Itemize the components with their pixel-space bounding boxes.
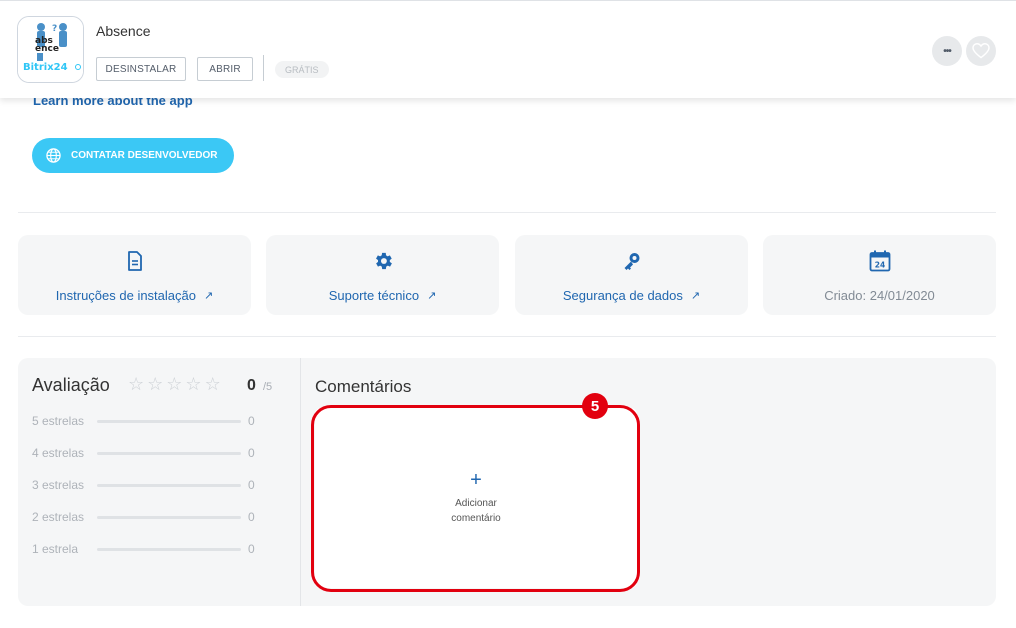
header-separator bbox=[263, 55, 264, 81]
rating-score: 0 bbox=[247, 377, 256, 394]
tech-support-label: Suporte técnico bbox=[328, 288, 420, 303]
app-title: Absence bbox=[96, 23, 151, 39]
svg-text:24: 24 bbox=[874, 261, 884, 270]
section-divider bbox=[18, 336, 996, 337]
more-icon: ••• bbox=[943, 45, 951, 57]
app-header: ? abs ence Bitrix24 Absence DESINSTALAR … bbox=[0, 0, 1016, 98]
more-options-button[interactable]: ••• bbox=[932, 36, 962, 66]
star-icon[interactable]: ☆ bbox=[166, 374, 182, 394]
created-date-label: Criado: 24/01/2020 bbox=[824, 288, 935, 303]
rating-row: 3 estrelas 0 bbox=[32, 478, 292, 492]
plus-icon: + bbox=[470, 469, 482, 491]
add-comment-button[interactable]: + Adicionar comentário bbox=[315, 408, 637, 588]
app-logo: ? abs ence Bitrix24 bbox=[17, 16, 84, 83]
svg-text:Bitrix24: Bitrix24 bbox=[23, 62, 68, 73]
heart-icon bbox=[972, 43, 990, 59]
rating-stars[interactable]: ☆ ☆ ☆ ☆ ☆ bbox=[128, 374, 221, 394]
contact-developer-label: CONTATAR DESENVOLVEDOR bbox=[71, 150, 218, 161]
key-icon bbox=[622, 250, 642, 272]
rating-row-count: 0 bbox=[248, 446, 255, 460]
rating-section: Avaliação ☆ ☆ ☆ ☆ ☆ 0 /5 5 estrelas 0 4 … bbox=[18, 358, 301, 606]
globe-icon bbox=[46, 148, 61, 163]
section-divider bbox=[18, 212, 996, 213]
rating-row-label: 5 estrelas bbox=[32, 414, 85, 428]
rating-row-bar bbox=[97, 548, 241, 551]
rating-row: 1 estrela 0 bbox=[32, 542, 292, 556]
star-icon[interactable]: ☆ bbox=[185, 374, 201, 394]
rating-row: 4 estrelas 0 bbox=[32, 446, 292, 460]
rating-row-label: 2 estrelas bbox=[32, 510, 85, 524]
rating-row-bar bbox=[97, 420, 241, 423]
rating-row: 2 estrelas 0 bbox=[32, 510, 292, 524]
price-badge: GRÁTIS bbox=[275, 61, 329, 78]
calendar-icon: 24 bbox=[869, 250, 891, 272]
uninstall-button[interactable]: DESINSTALAR bbox=[96, 57, 186, 81]
install-instructions-card[interactable]: Instruções de instalação ↗ bbox=[18, 235, 251, 315]
reviews-panel: Avaliação ☆ ☆ ☆ ☆ ☆ 0 /5 5 estrelas 0 4 … bbox=[18, 358, 996, 606]
tech-support-card[interactable]: Suporte técnico ↗ bbox=[266, 235, 499, 315]
star-icon[interactable]: ☆ bbox=[128, 374, 144, 394]
rating-title: Avaliação bbox=[32, 375, 110, 395]
rating-max: /5 bbox=[263, 381, 273, 393]
external-link-icon: ↗ bbox=[203, 290, 214, 302]
rating-row-count: 0 bbox=[248, 478, 255, 492]
rating-row-label: 4 estrelas bbox=[32, 446, 85, 460]
open-button[interactable]: ABRIR bbox=[197, 57, 253, 81]
data-security-card[interactable]: Segurança de dados ↗ bbox=[515, 235, 748, 315]
comments-title: Comentários bbox=[315, 377, 412, 396]
install-instructions-label: Instruções de instalação bbox=[55, 288, 196, 303]
favorite-button[interactable] bbox=[966, 36, 996, 66]
rating-row-bar bbox=[97, 516, 241, 519]
star-icon[interactable]: ☆ bbox=[205, 374, 221, 394]
rating-row-count: 0 bbox=[248, 542, 255, 556]
data-security-label: Segurança de dados bbox=[562, 288, 683, 303]
external-link-icon: ↗ bbox=[427, 290, 437, 302]
document-icon bbox=[127, 250, 143, 272]
created-date-card: 24 Criado: 24/01/2020 bbox=[763, 235, 996, 315]
contact-developer-button[interactable]: CONTATAR DESENVOLVEDOR bbox=[32, 138, 234, 173]
svg-text:?: ? bbox=[52, 24, 57, 34]
svg-text:ence: ence bbox=[35, 44, 59, 54]
external-link-icon: ↗ bbox=[690, 290, 701, 302]
gear-icon bbox=[372, 250, 394, 272]
rating-row-bar bbox=[97, 484, 241, 487]
star-icon[interactable]: ☆ bbox=[147, 374, 163, 394]
absence-logo-icon: ? abs ence Bitrix24 bbox=[18, 17, 83, 82]
rating-row-bar bbox=[97, 452, 241, 455]
step-badge: 5 bbox=[582, 393, 608, 419]
add-comment-label: Adicionar comentário bbox=[451, 498, 501, 524]
rating-row: 5 estrelas 0 bbox=[32, 414, 292, 428]
rating-row-count: 0 bbox=[248, 414, 255, 428]
rating-row-label: 1 estrela bbox=[32, 542, 79, 556]
rating-row-label: 3 estrelas bbox=[32, 478, 85, 492]
rating-row-count: 0 bbox=[248, 510, 255, 524]
